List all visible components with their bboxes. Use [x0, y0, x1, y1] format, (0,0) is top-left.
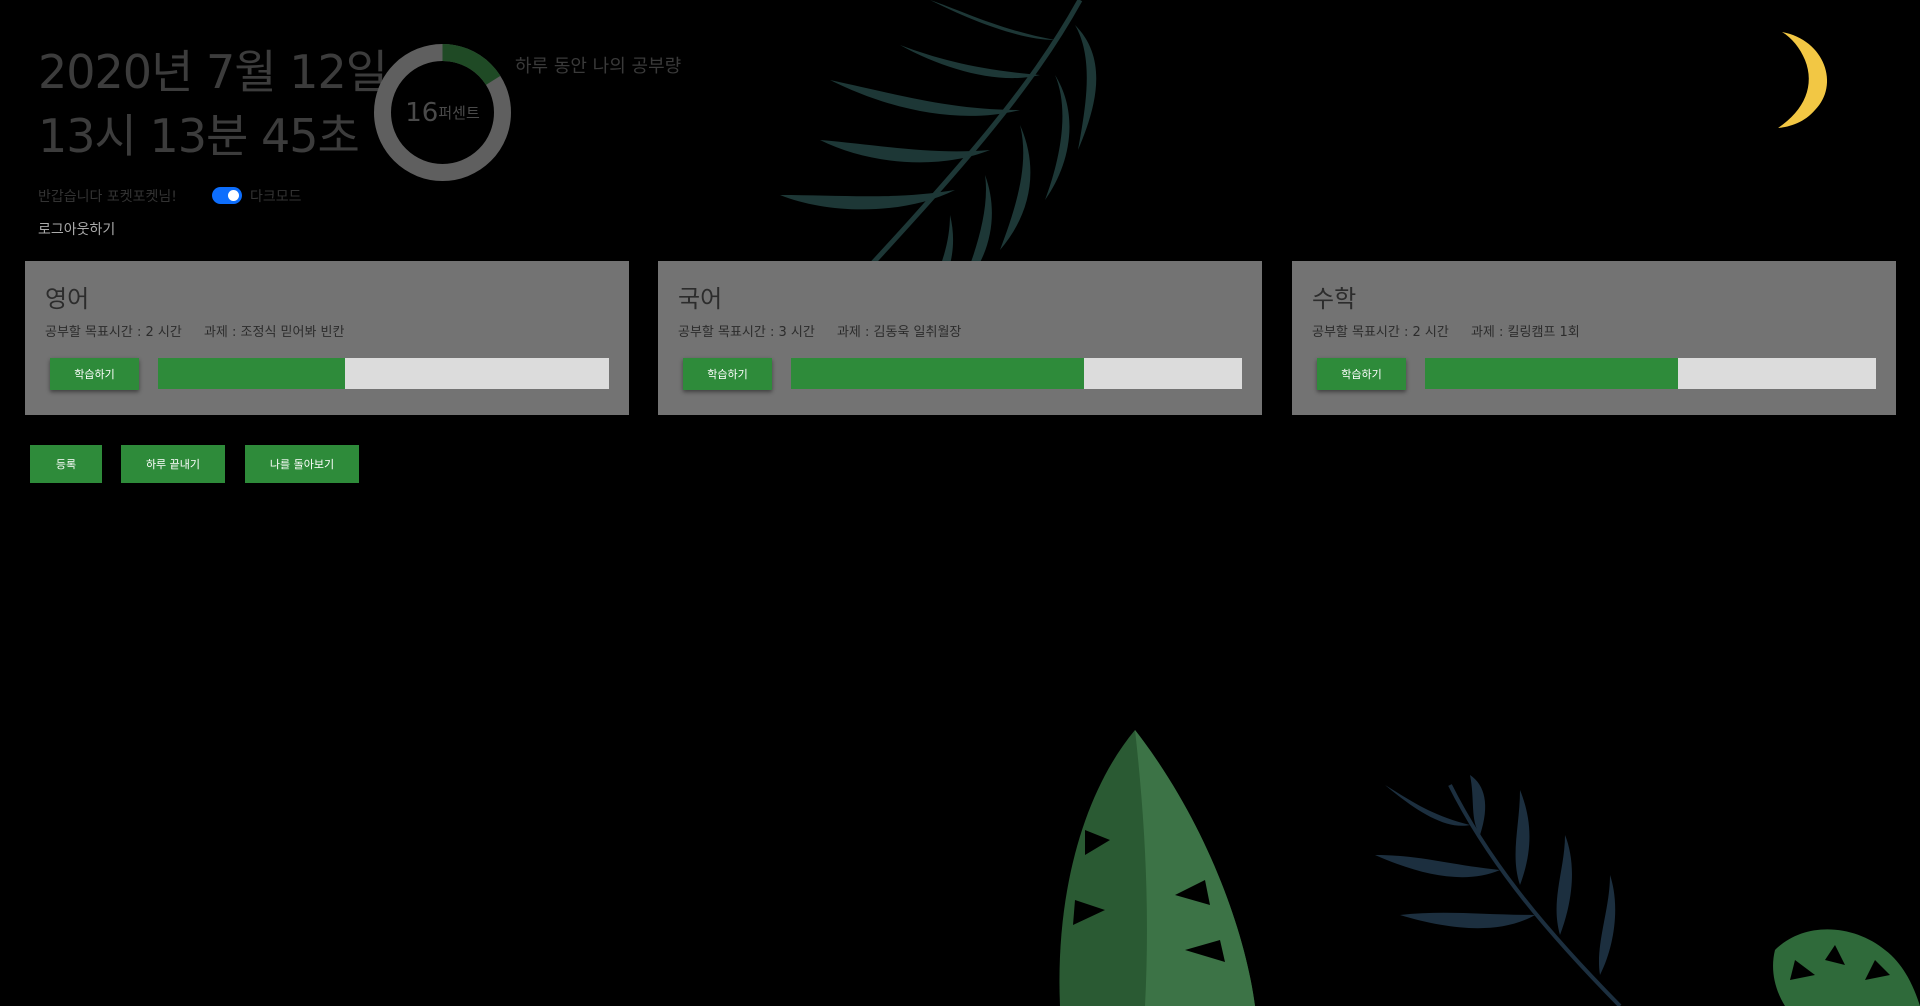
progress-bar: [158, 358, 609, 389]
time-text: 13시 13분 45초: [38, 109, 360, 163]
progress-fill: [1425, 358, 1678, 389]
subject-title: 영어: [45, 285, 90, 313]
progress-bar: [1425, 358, 1876, 389]
task-text: 과제 : 김동욱 일취월장: [836, 325, 962, 340]
moon-icon: [1778, 32, 1828, 128]
leaf-bottom-right: [1773, 929, 1920, 1006]
end-day-button[interactable]: 하루 끝내기: [121, 445, 225, 483]
study-button[interactable]: 학습하기: [50, 358, 139, 390]
subject-card: 국어 공부할 목표시간 : 3 시간 과제 : 김동욱 일취월장 학습하기: [658, 261, 1262, 415]
study-progress-donut: 16 퍼센트: [370, 40, 515, 185]
donut-label: 16 퍼센트: [370, 40, 515, 185]
goal-time: 공부할 목표시간 : 2 시간: [45, 325, 182, 340]
darkmode-label: 다크모드: [250, 189, 302, 205]
progress-fill: [158, 358, 346, 389]
datetime-display: 2020년 7월 12일 13시 13분 45초: [38, 40, 388, 168]
study-button[interactable]: 학습하기: [1317, 358, 1406, 390]
progress-fill: [791, 358, 1085, 389]
leaf-bottom-branch: [1375, 775, 1622, 1006]
donut-title: 하루 동안 나의 공부량: [515, 56, 682, 77]
register-button[interactable]: 등록: [30, 445, 102, 483]
date-text: 2020년 7월 12일: [38, 45, 388, 99]
logout-link[interactable]: 로그아웃하기: [38, 219, 115, 239]
study-button[interactable]: 학습하기: [683, 358, 772, 390]
review-button[interactable]: 나를 돌아보기: [245, 445, 359, 483]
subject-card: 수학 공부할 목표시간 : 2 시간 과제 : 킬링캠프 1회 학습하기: [1292, 261, 1896, 415]
task-text: 과제 : 조정식 믿어봐 빈칸: [203, 325, 345, 340]
donut-value: 16: [405, 97, 439, 128]
subject-meta: 공부할 목표시간 : 2 시간 과제 : 킬링캠프 1회: [1312, 321, 1580, 340]
goal-time: 공부할 목표시간 : 2 시간: [1312, 325, 1449, 340]
subject-title: 국어: [678, 285, 723, 313]
toggle-knob: [228, 190, 239, 201]
progress-bar: [791, 358, 1242, 389]
leaf-bottom-large: [1059, 730, 1255, 1006]
donut-unit: 퍼센트: [438, 104, 480, 122]
subject-card: 영어 공부할 목표시간 : 2 시간 과제 : 조정식 믿어봐 빈칸 학습하기: [25, 261, 629, 415]
greeting-text: 반갑습니다 포켓포켓님!: [38, 189, 177, 205]
darkmode-toggle[interactable]: [212, 187, 242, 204]
subject-title: 수학: [1312, 285, 1357, 313]
goal-time: 공부할 목표시간 : 3 시간: [678, 325, 815, 340]
subject-meta: 공부할 목표시간 : 2 시간 과제 : 조정식 믿어봐 빈칸: [45, 321, 344, 340]
subject-meta: 공부할 목표시간 : 3 시간 과제 : 김동욱 일취월장: [678, 321, 961, 340]
task-text: 과제 : 킬링캠프 1회: [1470, 325, 1580, 340]
